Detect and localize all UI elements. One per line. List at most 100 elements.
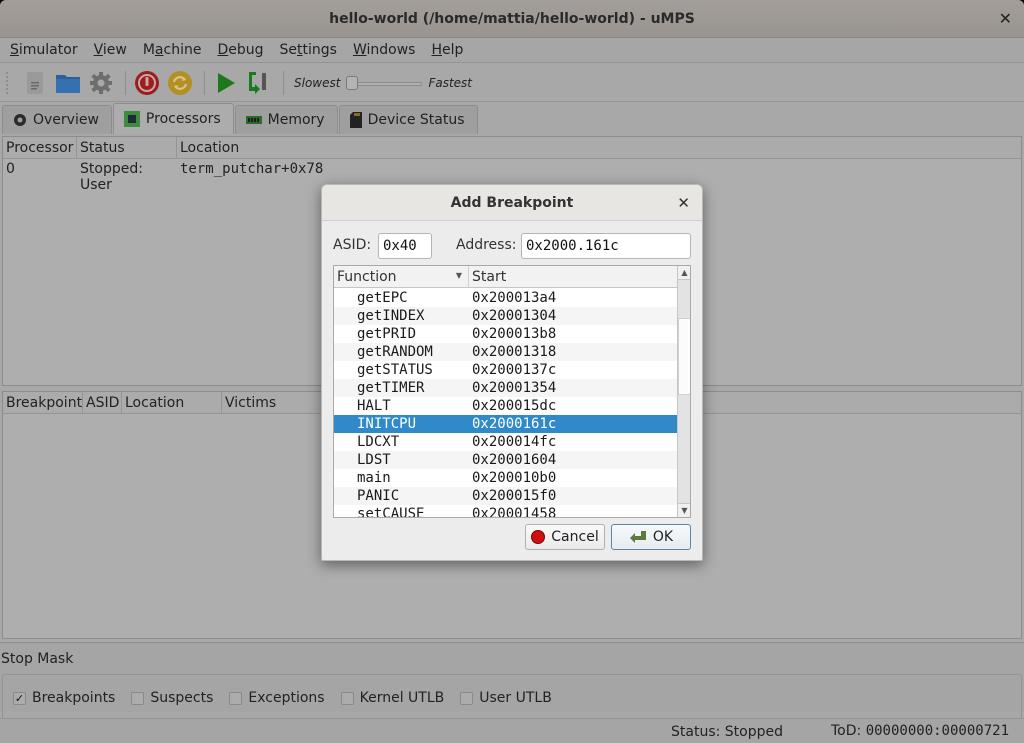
function-row[interactable]: setCAUSE 0x20001458 — [334, 505, 677, 517]
step-icon — [249, 71, 266, 94]
menu-label: Settings — [279, 42, 337, 58]
menu-bar: Simulator View Machine Debug Settings Wi… — [0, 38, 1024, 63]
column-header-start[interactable]: Start — [470, 266, 508, 288]
menu-label: Help — [431, 42, 464, 58]
checkbox[interactable] — [229, 691, 243, 705]
function-row[interactable]: LDST 0x20001604 — [334, 451, 677, 469]
title-bar: hello-world (/home/mattia/hello-world) -… — [0, 0, 1024, 38]
function-name: getPRID — [357, 326, 417, 342]
column-header-location[interactable]: Location — [177, 137, 1021, 158]
checkbox-label: Suspects — [150, 690, 214, 706]
function-row[interactable]: getPRID 0x200013b8 — [334, 325, 677, 343]
menu-label: View — [93, 42, 127, 58]
function-row[interactable]: getTIMER 0x20001354 — [334, 379, 677, 397]
menu-label: Machine — [142, 42, 202, 58]
new-config-button[interactable] — [20, 68, 50, 98]
column-label: Function — [337, 269, 397, 285]
menu-debug[interactable]: Debug — [209, 38, 271, 62]
vertical-scrollbar[interactable]: ▲ ▼ — [677, 266, 690, 517]
tab-processors[interactable]: Processors — [112, 103, 234, 134]
column-header-function[interactable]: Function ▼ — [334, 266, 469, 288]
function-start: 0x200015f0 — [472, 488, 557, 504]
scroll-down-icon[interactable]: ▼ — [678, 503, 690, 517]
run-button[interactable] — [211, 68, 241, 98]
function-row[interactable]: HALT 0x200015dc — [334, 397, 677, 415]
checkbox-exceptions[interactable]: Exceptions — [229, 690, 325, 706]
menu-settings[interactable]: Settings — [272, 38, 345, 62]
menu-help[interactable]: Help — [423, 38, 471, 62]
column-header-processor[interactable]: Processor — [3, 137, 77, 158]
scroll-up-icon[interactable]: ▲ — [678, 266, 690, 280]
checkbox-suspects[interactable]: Suspects — [131, 690, 213, 706]
function-row[interactable]: INITCPU 0x2000161c — [334, 415, 677, 433]
menu-machine[interactable]: Machine — [135, 38, 210, 62]
toolbar-grip[interactable] — [6, 71, 10, 94]
dialog-title: Add Breakpoint — [450, 195, 574, 211]
asid-input[interactable] — [378, 233, 432, 259]
function-name: getINDEX — [357, 308, 425, 324]
address-input[interactable] — [521, 233, 691, 259]
checkbox-breakpoints[interactable]: ✓ Breakpoints — [13, 690, 115, 706]
menu-windows[interactable]: Windows — [345, 38, 424, 62]
function-row[interactable]: main 0x200010b0 — [334, 469, 677, 487]
function-list-header: Function ▼ Start — [334, 266, 677, 288]
ok-button[interactable]: OK — [611, 524, 691, 550]
column-header-asid[interactable]: ASID — [83, 392, 122, 413]
checkbox-label: Exceptions — [248, 690, 325, 706]
column-header-breakpoint[interactable]: Breakpoint — [3, 392, 83, 413]
function-name: getTIMER — [357, 380, 425, 396]
folder-icon — [56, 74, 80, 93]
settings-button[interactable] — [86, 68, 116, 98]
function-row[interactable]: getRANDOM 0x20001318 — [334, 343, 677, 361]
menu-simulator[interactable]: Simulator — [2, 38, 86, 62]
checkbox[interactable] — [131, 691, 145, 705]
function-row[interactable]: getEPC 0x200013a4 — [334, 289, 677, 307]
power-off-button[interactable] — [132, 68, 162, 98]
processor-location: term_putchar+0x78 — [180, 161, 324, 177]
function-row[interactable]: getINDEX 0x20001304 — [334, 307, 677, 325]
add-breakpoint-dialog: Add Breakpoint ✕ ASID: Address: Function… — [321, 184, 703, 561]
overview-icon — [14, 114, 26, 126]
function-start: 0x200013b8 — [472, 326, 557, 342]
function-row[interactable]: LDCXT 0x200014fc — [334, 433, 677, 451]
speed-slider[interactable] — [346, 75, 423, 90]
tab-label: Overview — [33, 112, 99, 128]
close-icon[interactable]: ✕ — [677, 194, 690, 212]
checkbox[interactable] — [460, 691, 474, 705]
stop-mask-options: ✓ Breakpoints Suspects Exceptions Kernel … — [2, 674, 1022, 722]
checkbox[interactable]: ✓ — [13, 691, 26, 705]
column-header-location[interactable]: Location — [122, 392, 222, 413]
function-row[interactable]: PANIC 0x200015f0 — [334, 487, 677, 505]
slider-thumb[interactable] — [346, 75, 359, 90]
checkbox[interactable] — [340, 691, 354, 705]
open-config-button[interactable] — [53, 68, 83, 98]
stop-mask-group: Stop Mask ✓ Breakpoints Suspects Exceptio… — [0, 642, 1024, 722]
function-name: INITCPU — [357, 416, 417, 432]
gear-icon — [90, 71, 112, 94]
cancel-button[interactable]: Cancel — [525, 524, 605, 550]
step-button[interactable] — [244, 68, 274, 98]
function-list: Function ▼ Start getEPC 0x200013a4 getINDEX… — [333, 265, 691, 518]
checkbox-user-utlb[interactable]: User UTLB — [460, 690, 552, 706]
scrollbar-thumb[interactable] — [678, 318, 690, 395]
column-header-status[interactable]: Status — [77, 137, 177, 158]
toolbar: Slowest Fastest — [0, 64, 1024, 102]
table-row[interactable]: 0 Stopped: User term_putchar+0x78 — [3, 159, 1021, 193]
tab-device-status[interactable]: Device Status — [338, 105, 478, 134]
play-icon — [218, 72, 235, 93]
tab-overview[interactable]: Overview — [2, 105, 112, 134]
function-name: main — [357, 470, 391, 486]
refresh-icon — [168, 70, 192, 95]
tab-label: Device Status — [367, 112, 465, 128]
menu-view[interactable]: View — [86, 38, 135, 62]
tab-memory[interactable]: Memory — [234, 105, 338, 134]
close-icon[interactable]: ✕ — [999, 9, 1012, 28]
function-row[interactable]: getSTATUS 0x2000137c — [334, 361, 677, 379]
check-arrow-icon — [629, 531, 646, 543]
processor-id: 0 — [6, 161, 15, 177]
function-name: PANIC — [357, 488, 400, 504]
checkbox-kernel-utlb[interactable]: Kernel UTLB — [340, 690, 444, 706]
function-name: LDST — [357, 452, 391, 468]
reset-button[interactable] — [165, 68, 195, 98]
time-of-day: ToD: 00000000:00000721 — [831, 723, 1009, 739]
